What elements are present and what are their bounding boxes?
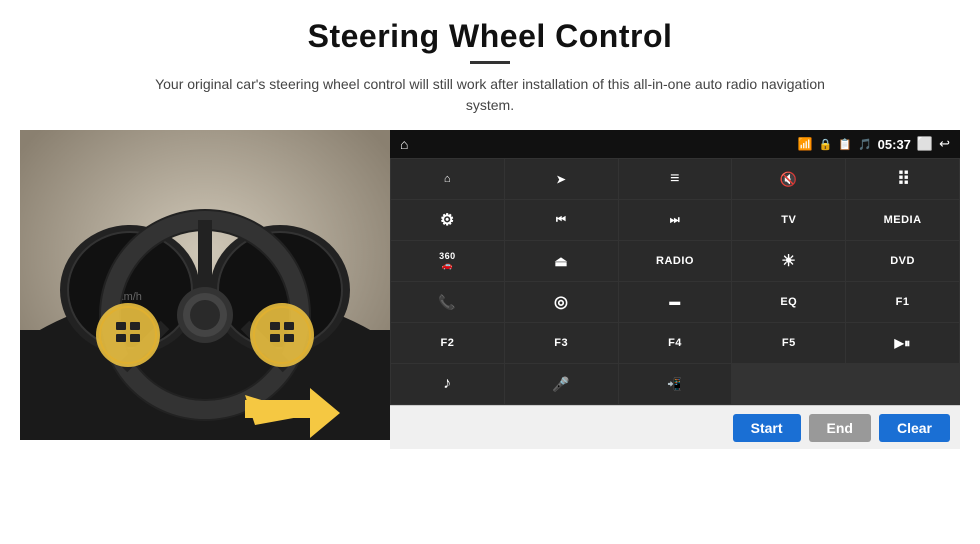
- status-bar-home[interactable]: ⌂: [400, 136, 408, 152]
- start-button[interactable]: Start: [733, 414, 801, 442]
- page-container: Steering Wheel Control Your original car…: [0, 0, 980, 449]
- btn-apps[interactable]: ⠿: [846, 159, 959, 199]
- page-title: Steering Wheel Control: [308, 18, 673, 55]
- btn-f1[interactable]: F1: [846, 282, 959, 322]
- f1-label: F1: [896, 296, 910, 308]
- btn-dvd[interactable]: DVD: [846, 241, 959, 281]
- f5-label: F5: [782, 337, 796, 349]
- list-icon: ≡: [670, 170, 680, 188]
- bt-icon: 🎵: [858, 138, 872, 151]
- btn-mode[interactable]: ➤: [505, 159, 618, 199]
- apps-icon: ⠿: [897, 169, 908, 190]
- clear-button[interactable]: Clear: [879, 414, 950, 442]
- f4-label: F4: [668, 337, 682, 349]
- btn-nav[interactable]: ◎: [505, 282, 618, 322]
- prev-icon: ⏮: [556, 214, 566, 227]
- handsfree-icon: 📲: [667, 377, 682, 391]
- btn-360cam[interactable]: 360🚗: [391, 241, 504, 281]
- wifi-icon: 📶: [798, 137, 813, 151]
- btn-home[interactable]: ⌂: [391, 159, 504, 199]
- btn-vol-mute[interactable]: 🔇: [732, 159, 845, 199]
- btn-radio[interactable]: RADIO: [619, 241, 732, 281]
- btn-brightness[interactable]: ☀: [732, 241, 845, 281]
- tv-label: TV: [781, 214, 796, 226]
- btn-tv[interactable]: TV: [732, 200, 845, 240]
- lock-icon: 🔒: [819, 138, 833, 151]
- f3-label: F3: [554, 337, 568, 349]
- eq-label: EQ: [780, 296, 797, 308]
- eject-icon: ⏏: [554, 253, 568, 270]
- brightness-icon: ☀: [781, 251, 796, 271]
- btn-list[interactable]: ≡: [619, 159, 732, 199]
- head-unit: ⌂ 📶 🔒 📋 🎵 05:37 ⬜ ↩ ⌂ ➤ ≡ 🔇: [390, 130, 960, 449]
- btn-mic[interactable]: 🎤: [505, 364, 618, 404]
- next-icon: ⏭: [670, 214, 680, 227]
- back-icon[interactable]: ↩: [939, 136, 950, 152]
- nav-icon: ◎: [554, 292, 568, 312]
- car-image: km/h: [20, 130, 390, 440]
- status-bar-right: 📶 🔒 📋 🎵 05:37 ⬜ ↩: [798, 136, 950, 152]
- end-button[interactable]: End: [809, 414, 871, 442]
- btn-settings[interactable]: ⚙: [391, 200, 504, 240]
- music-icon: ♪: [443, 375, 452, 393]
- btn-music[interactable]: ♪: [391, 364, 504, 404]
- phone-icon: 📞: [438, 294, 456, 311]
- mode-label: ➤: [556, 173, 566, 186]
- radio-label: RADIO: [656, 255, 694, 267]
- title-divider: [470, 61, 510, 64]
- btn-f3[interactable]: F3: [505, 323, 618, 363]
- btn-media[interactable]: MEDIA: [846, 200, 959, 240]
- cam-icon: 360🚗: [439, 252, 456, 270]
- btn-phone[interactable]: 📞: [391, 282, 504, 322]
- f2-label: F2: [440, 337, 454, 349]
- screen-icon: ▬: [669, 296, 681, 308]
- status-bar: ⌂ 📶 🔒 📋 🎵 05:37 ⬜ ↩: [390, 130, 960, 158]
- btn-prev[interactable]: ⏮: [505, 200, 618, 240]
- sim-icon: 📋: [838, 138, 852, 151]
- action-bar: Start End Clear: [390, 405, 960, 449]
- buttons-grid: ⌂ ➤ ≡ 🔇 ⠿ ⚙ ⏮ ⏭ TV MEDIA 360🚗 ⏏ RADIO ☀ …: [390, 158, 960, 405]
- home-icon[interactable]: ⌂: [400, 136, 408, 152]
- content-row: km/h: [20, 130, 960, 449]
- btn-f5[interactable]: F5: [732, 323, 845, 363]
- btn-eject[interactable]: ⏏: [505, 241, 618, 281]
- btn-eq[interactable]: EQ: [732, 282, 845, 322]
- btn-handsfree[interactable]: 📲: [619, 364, 732, 404]
- vol-mute-icon: 🔇: [780, 171, 798, 188]
- media-label: MEDIA: [884, 214, 922, 226]
- btn-f4[interactable]: F4: [619, 323, 732, 363]
- btn-f2[interactable]: F2: [391, 323, 504, 363]
- btn-playpause[interactable]: ▶⏸: [846, 323, 959, 363]
- settings-icon: ⚙: [440, 210, 455, 230]
- dvd-label: DVD: [890, 255, 915, 267]
- btn-next[interactable]: ⏭: [619, 200, 732, 240]
- steering-wheel-svg: km/h: [20, 130, 390, 440]
- status-time: 05:37: [878, 137, 911, 152]
- subtitle: Your original car's steering wheel contr…: [150, 74, 830, 116]
- mic-icon: 🎤: [552, 376, 570, 393]
- playpause-icon: ▶⏸: [894, 336, 910, 351]
- window-icon[interactable]: ⬜: [917, 136, 933, 152]
- home-btn-icon: ⌂: [444, 173, 451, 185]
- btn-screen[interactable]: ▬: [619, 282, 732, 322]
